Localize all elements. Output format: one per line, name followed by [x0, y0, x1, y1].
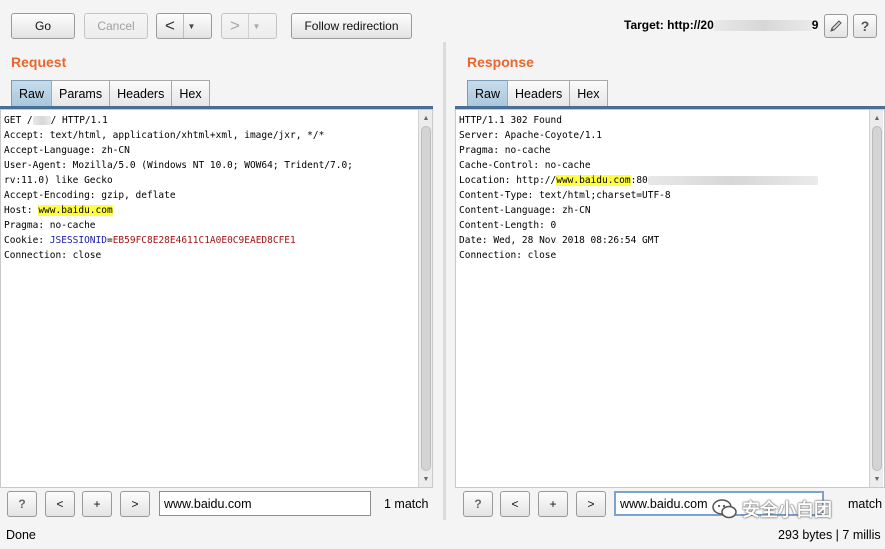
request-scroll-thumb[interactable]	[421, 126, 431, 471]
request-line-4: User-Agent: Mozilla/5.0 (Windows NT 10.0…	[4, 160, 353, 171]
request-line-7: Host: www.baidu.com	[4, 205, 113, 216]
request-title: Request	[11, 54, 67, 70]
cancel-button[interactable]: Cancel	[84, 13, 148, 39]
response-line-7: Content-Language: zh-CN	[459, 205, 591, 216]
response-line-1: HTTP/1.1 302 Found	[459, 115, 562, 126]
response-tabs: Raw Headers Hex	[467, 80, 608, 106]
target-prefix: Target: http://20	[624, 18, 714, 32]
request-search-prev-button[interactable]: <	[45, 491, 75, 517]
request-search-next-button[interactable]: >	[120, 491, 150, 517]
response-line-3: Pragma: no-cache	[459, 145, 551, 156]
request-line-2: Accept: text/html, application/xhtml+xml…	[4, 130, 325, 141]
redacted-host	[713, 20, 812, 32]
response-line-10: Connection: close	[459, 250, 557, 261]
response-editor[interactable]: HTTP/1.1 302 Found Server: Apache-Coyote/…	[455, 109, 885, 488]
request-tab-params[interactable]: Params	[51, 80, 111, 106]
back-history-button[interactable]: < ▼	[156, 13, 212, 39]
scroll-down-icon[interactable]: ▼	[419, 473, 433, 485]
scroll-up-icon[interactable]: ▲	[419, 112, 433, 124]
response-scroll-thumb[interactable]	[872, 126, 882, 471]
back-dropdown-icon[interactable]: ▼	[183, 14, 199, 38]
response-search-prev-button[interactable]: <	[500, 491, 530, 517]
scroll-up-icon[interactable]: ▲	[870, 112, 884, 124]
request-line-9: Cookie: JSESSIONID=EB59FC8E28E4611C1A0E0…	[4, 235, 296, 246]
target-suffix: 9	[811, 18, 819, 32]
response-title: Response	[467, 54, 534, 70]
response-line-5: Location: http://www.baidu.com:80	[459, 173, 884, 188]
response-line-4: Cache-Control: no-cache	[459, 160, 591, 171]
back-arrow-icon[interactable]: <	[157, 14, 183, 38]
response-tab-hex[interactable]: Hex	[569, 80, 608, 106]
go-button[interactable]: Go	[11, 13, 75, 39]
forward-history-button[interactable]: > ▼	[221, 13, 277, 39]
response-match-count: match	[848, 497, 883, 511]
response-tab-headers[interactable]: Headers	[507, 80, 571, 106]
request-editor[interactable]: GET / / HTTP/1.1 Accept: text/html, applic…	[0, 109, 433, 488]
response-line-6: Content-Type: text/html;charset=UTF-8	[459, 190, 671, 201]
request-search-add-button[interactable]: +	[82, 491, 112, 517]
request-tab-hex[interactable]: Hex	[171, 80, 210, 106]
request-search-input[interactable]: www.baidu.com	[159, 491, 371, 516]
request-scrollbar[interactable]: ▲ ▼	[418, 110, 432, 487]
request-line-10: Connection: close	[4, 250, 102, 261]
request-line-1: GET / / HTTP/1.1	[4, 115, 108, 126]
edit-target-button[interactable]	[824, 14, 848, 38]
split-divider[interactable]	[443, 42, 446, 520]
request-line-6: Accept-Encoding: gzip, deflate	[4, 190, 176, 201]
response-line-8: Content-Length: 0	[459, 220, 557, 231]
request-line-5: rv:11.0) like Gecko	[4, 175, 113, 186]
question-icon: ?	[860, 18, 870, 34]
request-match-count: 1 match	[384, 497, 429, 511]
forward-arrow-icon[interactable]: >	[222, 14, 248, 38]
request-search-help-button[interactable]: ?	[7, 491, 37, 517]
response-size-timing: 293 bytes | 7 millis	[778, 528, 881, 542]
wechat-icon	[712, 499, 737, 519]
response-scrollbar[interactable]: ▲ ▼	[869, 110, 883, 487]
status-text: Done	[6, 528, 36, 542]
response-line-9: Date: Wed, 28 Nov 2018 08:26:54 GMT	[459, 235, 660, 246]
forward-dropdown-icon[interactable]: ▼	[248, 14, 264, 38]
watermark-text: 安全小白团	[742, 500, 832, 520]
response-tab-raw[interactable]: Raw	[467, 80, 509, 106]
request-tab-raw[interactable]: Raw	[11, 80, 53, 106]
request-line-8: Pragma: no-cache	[4, 220, 96, 231]
response-search-help-button[interactable]: ?	[463, 491, 493, 517]
target-label: Target: http://20 9	[624, 18, 818, 32]
response-search-next-button[interactable]: >	[576, 491, 606, 517]
request-tab-headers[interactable]: Headers	[109, 80, 173, 106]
search-highlight: www.baidu.com	[556, 175, 631, 186]
search-highlight: www.baidu.com	[38, 205, 113, 216]
follow-redirection-button[interactable]: Follow redirection	[291, 13, 412, 39]
help-button[interactable]: ?	[853, 14, 877, 38]
response-search-add-button[interactable]: +	[538, 491, 568, 517]
pencil-icon	[830, 20, 842, 32]
request-tabs: Raw Params Headers Hex	[11, 80, 210, 106]
response-line-2: Server: Apache-Coyote/1.1	[459, 130, 602, 141]
burp-repeater-window: Go Cancel < ▼ > ▼ Follow redirection Tar…	[0, 0, 885, 549]
request-line-3: Accept-Language: zh-CN	[4, 145, 130, 156]
watermark: 安全小白团	[712, 496, 832, 522]
scroll-down-icon[interactable]: ▼	[870, 473, 884, 485]
